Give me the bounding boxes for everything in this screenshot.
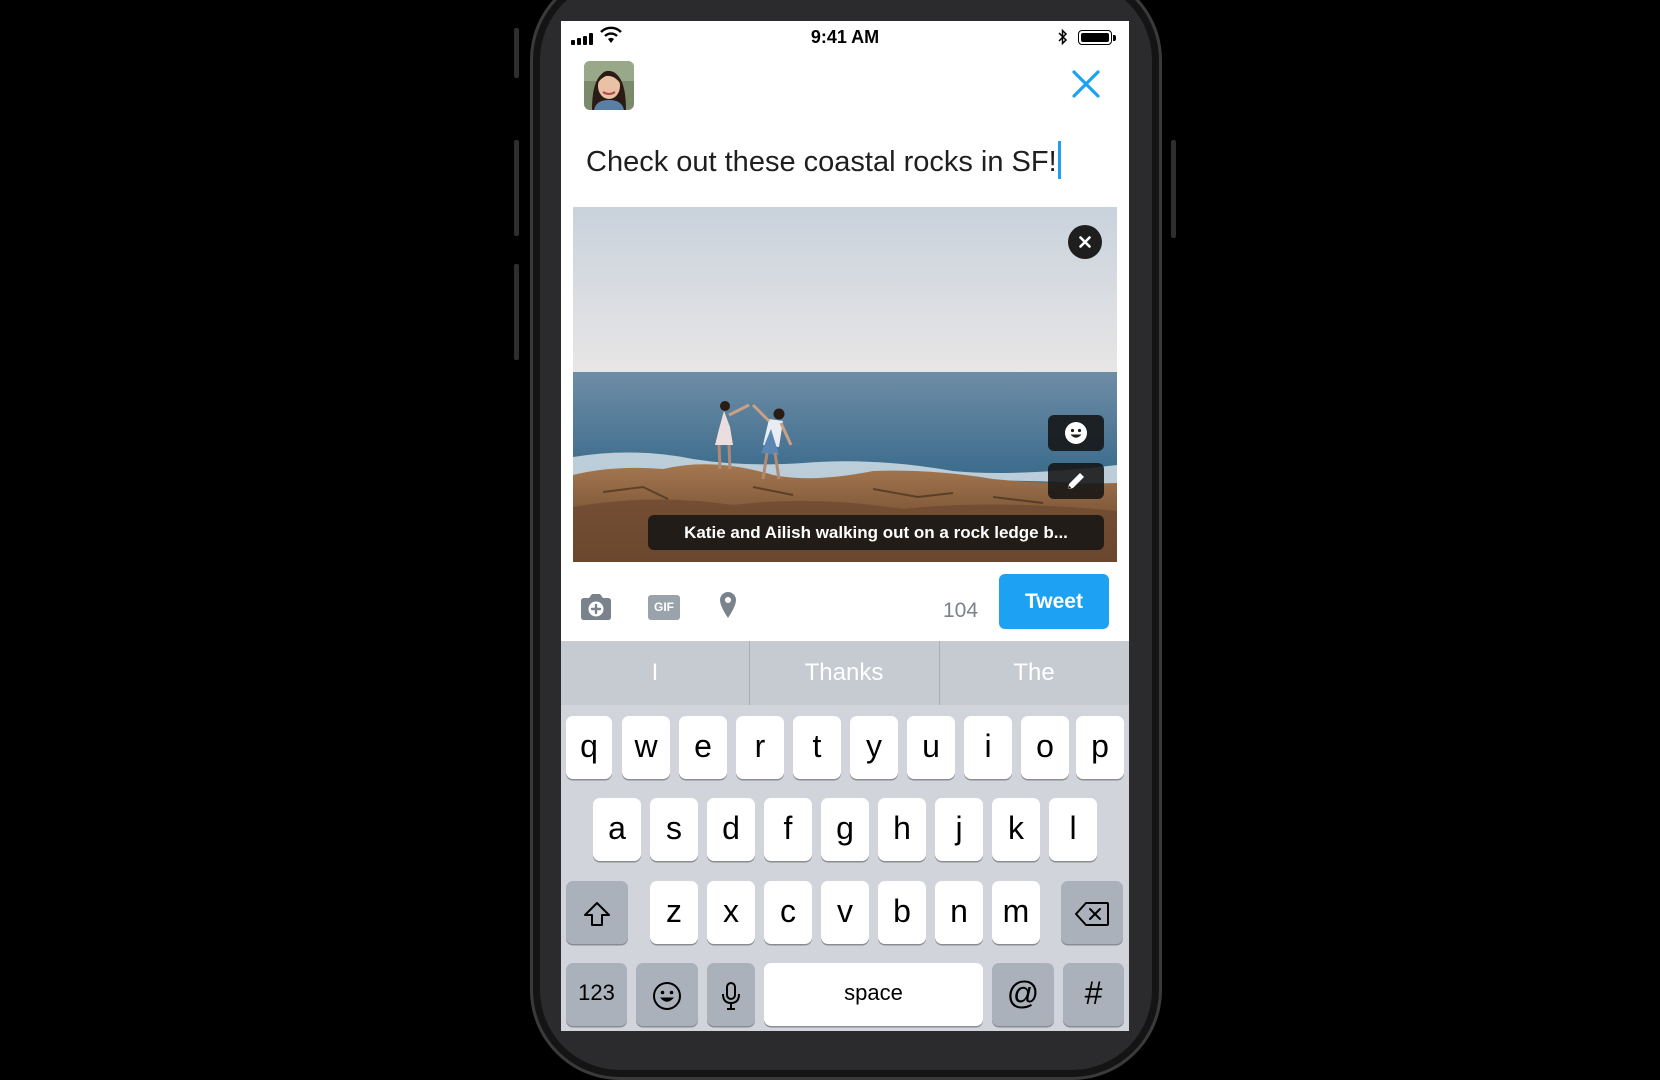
key-c[interactable]: c bbox=[764, 881, 812, 944]
key-n[interactable]: n bbox=[935, 881, 983, 944]
key-x[interactable]: x bbox=[707, 881, 755, 944]
close-icon bbox=[1072, 70, 1100, 98]
key-g[interactable]: g bbox=[821, 798, 869, 861]
emoji-icon bbox=[653, 981, 681, 1010]
microphone-icon bbox=[722, 981, 740, 1010]
backspace-icon bbox=[1075, 901, 1109, 926]
gif-button[interactable]: GIF bbox=[648, 595, 680, 620]
key-e[interactable]: e bbox=[679, 716, 727, 779]
space-key[interactable]: space bbox=[764, 963, 983, 1026]
keyboard: I Thanks The q w e r t y u i o p a s d f… bbox=[561, 641, 1129, 1031]
remove-photo-icon bbox=[1079, 236, 1091, 248]
volume-up-button bbox=[514, 140, 519, 236]
shift-key[interactable] bbox=[566, 881, 628, 944]
numbers-key[interactable]: 123 bbox=[566, 963, 627, 1026]
key-j[interactable]: j bbox=[935, 798, 983, 861]
camera-icon bbox=[581, 594, 611, 620]
suggestion-item[interactable]: I bbox=[561, 641, 749, 705]
suggestion-bar: I Thanks The bbox=[561, 641, 1129, 705]
key-b[interactable]: b bbox=[878, 881, 926, 944]
attached-photo[interactable]: Katie and Ailish walking out on a rock l… bbox=[573, 207, 1117, 562]
key-v[interactable]: v bbox=[821, 881, 869, 944]
location-button[interactable] bbox=[719, 591, 737, 624]
key-a[interactable]: a bbox=[593, 798, 641, 861]
hash-key[interactable]: # bbox=[1063, 963, 1124, 1026]
remove-photo-button[interactable] bbox=[1068, 225, 1102, 259]
avatar[interactable] bbox=[584, 61, 634, 110]
suggestion-item[interactable]: Thanks bbox=[750, 641, 938, 705]
character-counter: 104 bbox=[943, 599, 979, 622]
sticker-icon bbox=[1065, 422, 1087, 444]
key-f[interactable]: f bbox=[764, 798, 812, 861]
key-o[interactable]: o bbox=[1021, 716, 1069, 779]
bluetooth-icon bbox=[1058, 28, 1068, 46]
key-l[interactable]: l bbox=[1049, 798, 1097, 861]
key-r[interactable]: r bbox=[736, 716, 784, 779]
key-w[interactable]: w bbox=[622, 716, 670, 779]
phone-screen: 9:41 AM Check out these coastal rocks in… bbox=[561, 21, 1129, 1031]
dictation-key[interactable] bbox=[707, 963, 755, 1026]
camera-button[interactable] bbox=[579, 593, 613, 626]
key-p[interactable]: p bbox=[1076, 716, 1124, 779]
key-s[interactable]: s bbox=[650, 798, 698, 861]
edit-photo-button[interactable] bbox=[1048, 463, 1104, 499]
suggestion-item[interactable]: The bbox=[940, 641, 1128, 705]
alt-text-caption[interactable]: Katie and Ailish walking out on a rock l… bbox=[648, 515, 1104, 550]
tweet-text: Check out these coastal rocks in SF! bbox=[586, 146, 1057, 178]
emoji-key[interactable] bbox=[636, 963, 698, 1026]
close-button[interactable] bbox=[1071, 69, 1101, 99]
gif-icon: GIF bbox=[654, 600, 674, 614]
status-bar: 9:41 AM bbox=[561, 21, 1129, 53]
volume-down-button bbox=[514, 264, 519, 360]
key-h[interactable]: h bbox=[878, 798, 926, 861]
key-i[interactable]: i bbox=[964, 716, 1012, 779]
tweet-text-input[interactable]: Check out these coastal rocks in SF! bbox=[586, 141, 1061, 179]
backspace-key[interactable] bbox=[1061, 881, 1123, 944]
power-button bbox=[1171, 140, 1176, 238]
text-cursor bbox=[1057, 141, 1061, 179]
key-z[interactable]: z bbox=[650, 881, 698, 944]
at-key[interactable]: @ bbox=[992, 963, 1054, 1026]
photo-image bbox=[573, 207, 1117, 562]
key-y[interactable]: y bbox=[850, 716, 898, 779]
key-k[interactable]: k bbox=[992, 798, 1040, 861]
tweet-button[interactable]: Tweet bbox=[999, 574, 1109, 629]
key-t[interactable]: t bbox=[793, 716, 841, 779]
edit-icon bbox=[1068, 473, 1084, 489]
key-u[interactable]: u bbox=[907, 716, 955, 779]
silent-switch bbox=[514, 28, 519, 78]
battery-icon bbox=[1078, 30, 1116, 45]
shift-icon bbox=[584, 901, 610, 926]
sticker-button[interactable] bbox=[1048, 415, 1104, 451]
key-q[interactable]: q bbox=[566, 716, 612, 779]
status-time: 9:41 AM bbox=[810, 27, 880, 47]
key-m[interactable]: m bbox=[992, 881, 1040, 944]
key-d[interactable]: d bbox=[707, 798, 755, 861]
location-icon bbox=[720, 592, 736, 618]
